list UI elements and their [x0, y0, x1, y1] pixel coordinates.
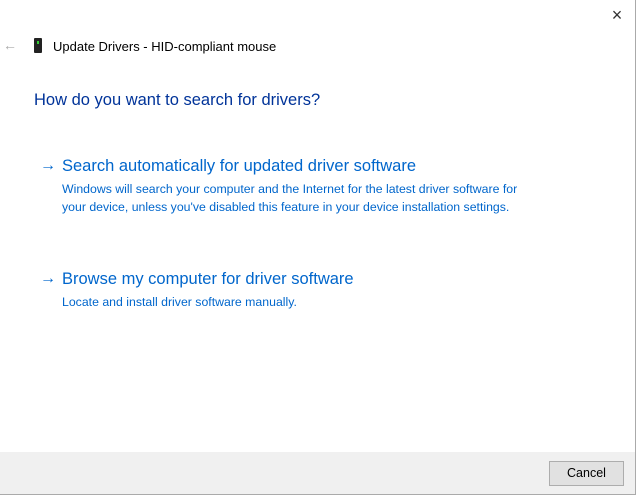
option-label[interactable]: Browse my computer for driver software: [62, 270, 354, 289]
option-description: Locate and install driver software manua…: [62, 295, 297, 309]
option-label[interactable]: Search automatically for updated driver …: [62, 157, 416, 176]
arrow-right-icon: →: [40, 157, 56, 174]
back-arrow-icon[interactable]: ←: [3, 37, 17, 53]
browse-computer-option[interactable]: → Browse my computer for driver software…: [40, 270, 540, 312]
arrow-right-icon: →: [40, 270, 56, 287]
page-heading: How do you want to search for drivers?: [34, 91, 321, 109]
option-description: Windows will search your computer and th…: [62, 182, 518, 214]
dialog-footer: [0, 452, 635, 494]
cancel-button[interactable]: Cancel: [549, 461, 624, 486]
search-automatically-option[interactable]: → Search automatically for updated drive…: [40, 157, 540, 217]
close-icon[interactable]: ×: [606, 4, 628, 26]
dialog-title: Update Drivers - HID-compliant mouse: [53, 39, 277, 54]
update-drivers-dialog: × ← Update Drivers - HID-compliant mouse…: [0, 0, 636, 495]
device-icon: [34, 38, 42, 53]
